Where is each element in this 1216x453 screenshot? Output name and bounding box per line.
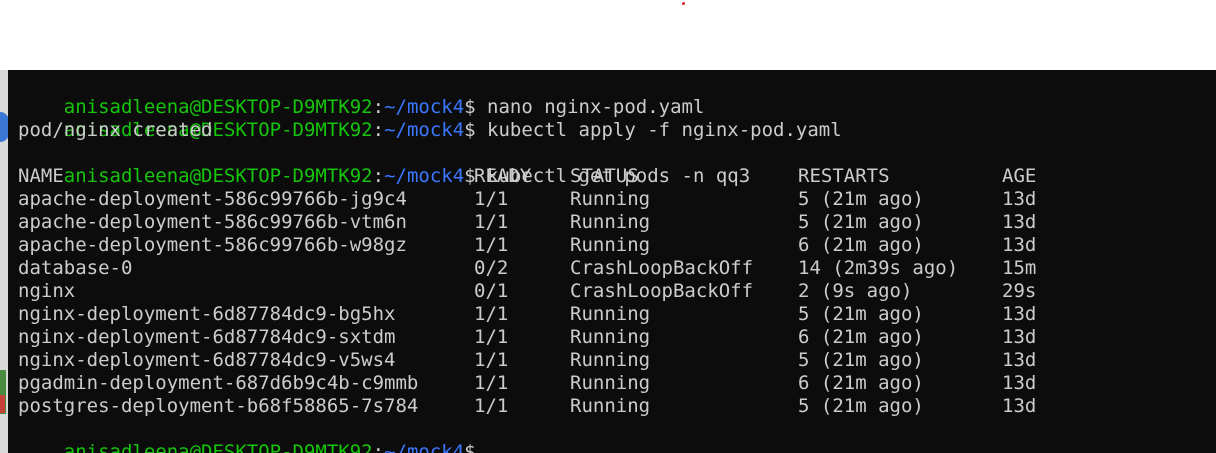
prompt-user-host: anisadleena@DESKTOP-D9MTK92 <box>63 441 373 453</box>
pod-status: Running <box>570 211 651 233</box>
pod-row: apache-deployment-586c99766b-jg9c4 1/1 R… <box>18 188 1198 211</box>
pod-status: Running <box>570 234 651 256</box>
pod-name: nginx-deployment-6d87784dc9-bg5hx <box>18 303 396 325</box>
pod-age: 29s <box>1002 280 1037 302</box>
pod-row: nginx-deployment-6d87784dc9-sxtdm 1/1 Ru… <box>18 326 1198 349</box>
pod-restarts: 5 (21m ago) <box>798 188 924 210</box>
prompt-path: ~/mock4 <box>384 441 465 453</box>
pod-row: nginx-deployment-6d87784dc9-v5ws4 1/1 Ru… <box>18 349 1198 372</box>
pod-row: apache-deployment-586c99766b-w98gz 1/1 R… <box>18 234 1198 257</box>
pod-age: 13d <box>1002 349 1037 371</box>
pod-restarts: 5 (21m ago) <box>798 349 924 371</box>
background-app-icon-3 <box>0 395 5 413</box>
pod-row: database-0 0/2 CrashLoopBackOff 14 (2m39… <box>18 257 1198 280</box>
pod-row: postgres-deployment-b68f58865-7s784 1/1 … <box>18 395 1198 418</box>
pod-name: nginx <box>18 280 76 302</box>
command-output: pod/nginx created <box>18 119 213 141</box>
background-app-icon <box>0 112 8 142</box>
pod-restarts: 6 (21m ago) <box>798 326 924 348</box>
pod-ready: 1/1 <box>474 234 509 256</box>
pod-ready: 0/2 <box>474 257 509 279</box>
prompt-line: anisadleena@DESKTOP-D9MTK92:~/mock4$ kub… <box>18 142 750 187</box>
pod-age: 13d <box>1002 188 1037 210</box>
pod-age: 13d <box>1002 234 1037 256</box>
pod-age: 13d <box>1002 395 1037 417</box>
header-age: AGE <box>1002 165 1037 187</box>
pod-row: nginx-deployment-6d87784dc9-bg5hx 1/1 Ru… <box>18 303 1198 326</box>
pod-ready: 1/1 <box>474 395 509 417</box>
command-text: kubectl apply -f nginx-pod.yaml <box>475 119 842 141</box>
pod-ready: 1/1 <box>474 188 509 210</box>
header-name: NAME <box>18 165 64 187</box>
header-ready: READY <box>474 165 532 187</box>
pod-ready: 1/1 <box>474 303 509 325</box>
pod-status: Running <box>570 326 651 348</box>
pod-restarts: 5 (21m ago) <box>798 395 924 417</box>
pod-age: 13d <box>1002 372 1037 394</box>
prompt-line: anisadleena@DESKTOP-D9MTK92:~/mock4$ nan… <box>18 73 705 118</box>
pod-age: 15m <box>1002 257 1037 279</box>
pod-status: Running <box>570 349 651 371</box>
pod-row: pgadmin-deployment-687d6b9c4b-c9mmb 1/1 … <box>18 372 1198 395</box>
prompt-dollar: $ <box>464 119 476 141</box>
window-top-area <box>0 0 1216 70</box>
pod-name: nginx-deployment-6d87784dc9-v5ws4 <box>18 349 396 371</box>
pod-status: CrashLoopBackOff <box>570 257 754 279</box>
background-window-strip <box>0 70 8 453</box>
pod-status: Running <box>570 303 651 325</box>
pod-name: apache-deployment-586c99766b-jg9c4 <box>18 188 407 210</box>
prompt-colon: : <box>372 441 385 453</box>
header-restarts: RESTARTS <box>798 165 890 187</box>
pod-row: nginx 0/1 CrashLoopBackOff 2 (9s ago) 29… <box>18 280 1198 303</box>
pod-restarts: 5 (21m ago) <box>798 303 924 325</box>
pods-table-header: NAME READY STATUS RESTARTS AGE <box>18 165 1198 188</box>
pod-ready: 1/1 <box>474 349 509 371</box>
prompt-line: anisadleena@DESKTOP-D9MTK92:~/mock4$ kub… <box>18 96 842 141</box>
pod-ready: 1/1 <box>474 326 509 348</box>
prompt-path: ~/mock4 <box>384 119 465 141</box>
prompt-dollar: $ <box>464 441 476 453</box>
terminal-window[interactable]: anisadleena@DESKTOP-D9MTK92:~/mock4$ nan… <box>8 70 1216 453</box>
pod-age: 13d <box>1002 211 1037 233</box>
pod-name: database-0 <box>18 257 133 279</box>
pod-ready: 1/1 <box>474 372 509 394</box>
pod-restarts: 14 (2m39s ago) <box>798 257 959 279</box>
pod-name: apache-deployment-586c99766b-vtm6n <box>18 211 407 233</box>
pod-row: apache-deployment-586c99766b-vtm6n 1/1 R… <box>18 211 1198 234</box>
pod-age: 13d <box>1002 326 1037 348</box>
red-dot-marker <box>682 2 685 5</box>
header-status: STATUS <box>570 165 639 187</box>
pod-age: 13d <box>1002 303 1037 325</box>
pod-name: postgres-deployment-b68f58865-7s784 <box>18 395 419 417</box>
pod-status: Running <box>570 372 651 394</box>
pod-name: apache-deployment-586c99766b-w98gz <box>18 234 407 256</box>
pod-restarts: 6 (21m ago) <box>798 372 924 394</box>
pod-restarts: 5 (21m ago) <box>798 211 924 233</box>
active-prompt-line[interactable]: anisadleena@DESKTOP-D9MTK92:~/mock4$ <box>18 418 477 453</box>
pod-ready: 0/1 <box>474 280 509 302</box>
pod-status: Running <box>570 395 651 417</box>
pod-name: nginx-deployment-6d87784dc9-sxtdm <box>18 326 396 348</box>
pod-restarts: 6 (21m ago) <box>798 234 924 256</box>
pod-name: pgadmin-deployment-687d6b9c4b-c9mmb <box>18 372 419 394</box>
pod-status: Running <box>570 188 651 210</box>
pod-restarts: 2 (9s ago) <box>798 280 913 302</box>
prompt-colon: : <box>372 119 385 141</box>
pod-ready: 1/1 <box>474 211 509 233</box>
pod-status: CrashLoopBackOff <box>570 280 754 302</box>
